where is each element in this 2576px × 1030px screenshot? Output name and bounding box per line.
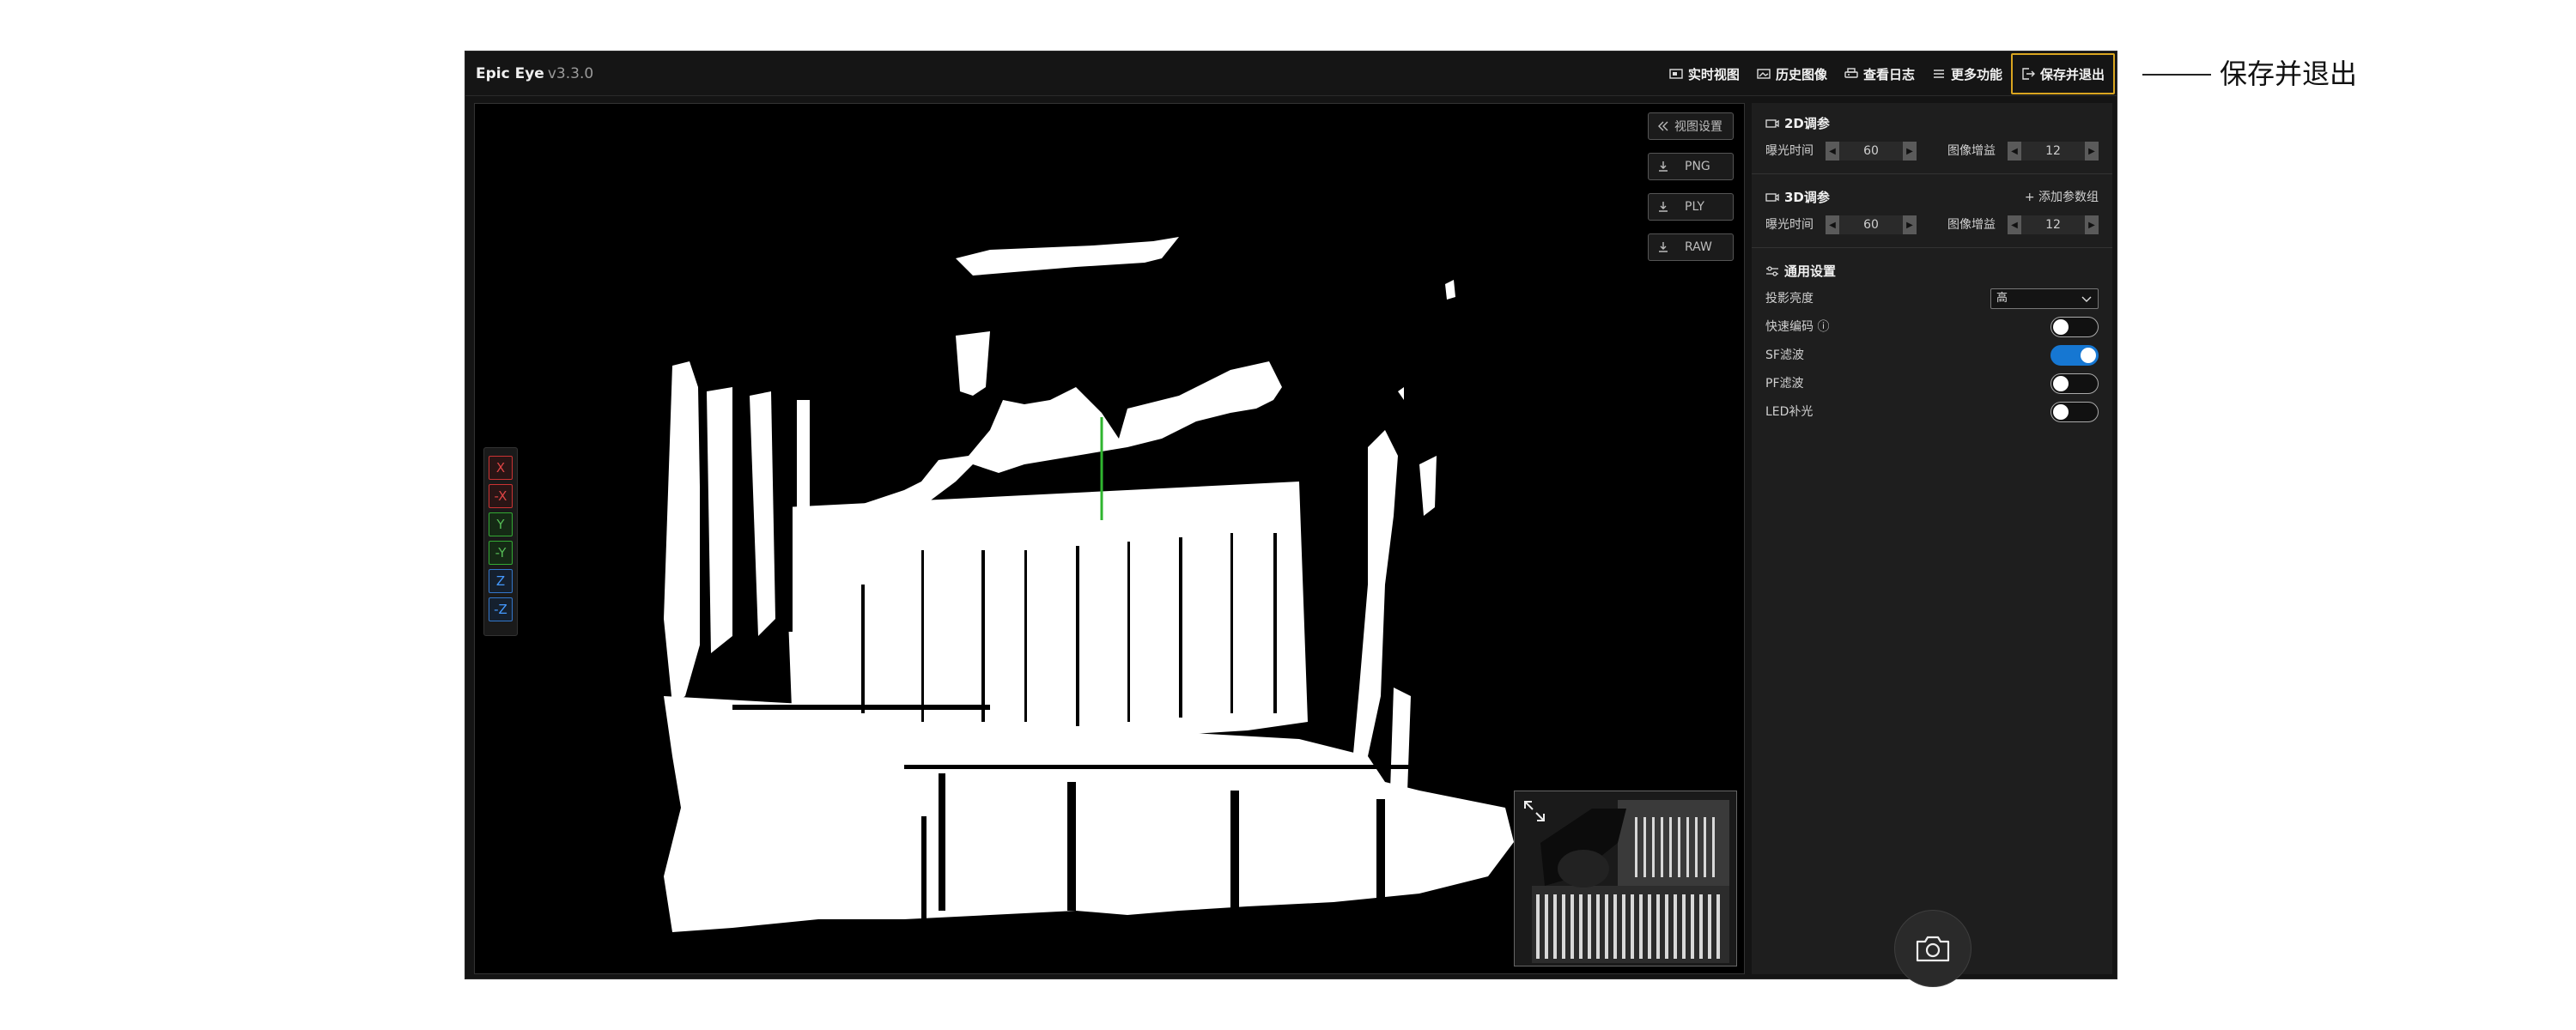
exposure-stepper-2d[interactable]: ◀ 60 ▶ [1826,142,1917,161]
nav-live-view[interactable]: 实时视图 [1661,55,1748,93]
exit-icon [2022,68,2035,80]
camera-settings-icon [1765,119,1779,128]
history-image-icon [1757,69,1771,79]
export-ply-button[interactable]: PLY [1648,193,1734,221]
divider [1752,247,2112,248]
settings-panel: 2D调参 曝光时间 ◀ 60 ▶ 图像增益 ◀ 12 ▶ 3D调参 + 添加参数… [1752,103,2112,987]
menu-icon [1933,70,1944,78]
app-version: v3.3.0 [547,65,594,82]
section-3d-title: 3D调参 [1765,185,1830,209]
fast-encoding-toggle[interactable] [2050,317,2099,337]
export-png-button[interactable]: PNG [1648,153,1734,180]
sf-filter-toggle[interactable] [2050,345,2099,366]
camera-settings-icon [1765,193,1779,202]
sf-filter-label: SF滤波 [1765,348,1804,362]
nav-label: 保存并退出 [2039,66,2105,82]
led-fill-light-label: LED补光 [1765,405,1814,419]
gain-label-3d: 图像增益 [1947,218,1996,232]
export-label: RAW [1685,240,1712,254]
exposure-stepper-3d[interactable]: ◀ 60 ▶ [1826,215,1917,234]
gain-value-3d[interactable]: 12 [2021,215,2085,234]
expand-icon[interactable] [1522,798,1547,824]
projection-brightness-label: 投影亮度 [1765,292,1814,306]
axis-y-button[interactable]: Y [489,512,513,536]
exposure-value-2d[interactable]: 60 [1839,142,1903,161]
section-2d-title: 2D调参 [1765,112,1830,136]
toggle-knob [2053,404,2069,420]
toggle-knob [2053,376,2069,391]
double-chevron-left-icon [1658,121,1668,131]
gain-label-2d: 图像增益 [1947,144,1996,158]
decrement-arrow-icon[interactable]: ◀ [2008,142,2021,161]
decrement-arrow-icon[interactable]: ◀ [1826,142,1839,161]
pf-filter-toggle[interactable] [2050,373,2099,394]
gain-stepper-3d[interactable]: ◀ 12 ▶ [2008,215,2099,234]
camera-preview-thumbnail[interactable] [1514,791,1737,966]
section-title-text: 3D调参 [1784,190,1830,205]
exposure-value-3d[interactable]: 60 [1839,215,1903,234]
axis-neg-y-button[interactable]: -Y [489,541,513,565]
view-settings-label: 视图设置 [1674,120,1722,134]
axis-view-toolbar: X -X Y -Y Z -Z [483,447,518,636]
export-label: PNG [1685,160,1710,173]
nav-view-logs[interactable]: 查看日志 [1836,55,1923,93]
section-title-text: 2D调参 [1784,116,1830,131]
top-nav: 实时视图 历史图像 查看日志 更多功能 保存并退出 [1661,52,2117,96]
increment-arrow-icon[interactable]: ▶ [1903,215,1917,234]
download-icon [1659,161,1668,172]
nav-label: 历史图像 [1775,66,1827,82]
axis-neg-x-button[interactable]: -X [489,484,513,508]
pf-filter-label: PF滤波 [1765,377,1804,391]
gain-value-2d[interactable]: 12 [2021,142,2085,161]
app-title: Epic Eye v3.3.0 [476,52,593,96]
live-view-icon [1669,69,1683,79]
capture-button[interactable] [1894,910,1971,987]
divider [1752,173,2112,174]
exposure-label-2d: 曝光时间 [1765,144,1814,158]
app-window: Epic Eye v3.3.0 实时视图 历史图像 查看日志 更多功能 保存并退出 [465,51,2117,987]
export-label: PLY [1685,200,1704,214]
section-title-text: 通用设置 [1784,264,1837,279]
camera-icon [1916,936,1950,962]
log-icon [1844,68,1858,78]
export-raw-button[interactable]: RAW [1648,233,1734,261]
increment-arrow-icon[interactable]: ▶ [2085,215,2099,234]
gain-stepper-2d[interactable]: ◀ 12 ▶ [2008,142,2099,161]
callout-label: 保存并退出 [2220,58,2358,90]
add-group-label: 添加参数组 [2038,191,2099,204]
view-settings-button[interactable]: 视图设置 [1648,112,1734,140]
callout-leader-line [2142,74,2211,76]
nav-label: 更多功能 [1950,66,2002,82]
download-icon [1659,202,1668,212]
decrement-arrow-icon[interactable]: ◀ [2008,215,2021,234]
nav-label: 实时视图 [1687,66,1740,82]
chevron-down-icon [2081,296,2092,302]
app-name: Epic Eye [476,65,544,82]
toggle-knob [2053,319,2069,335]
axis-z-button[interactable]: Z [489,569,513,593]
nav-save-and-exit[interactable]: 保存并退出 [2010,53,2115,94]
nav-more-functions[interactable]: 更多功能 [1923,55,2011,93]
toggle-knob [2081,348,2096,363]
download-icon [1659,242,1668,252]
section-general-title: 通用设置 [1765,259,1836,283]
projection-brightness-select[interactable]: 高 [1990,288,2099,309]
projection-brightness-value: 高 [1996,292,2008,305]
axis-x-button[interactable]: X [489,456,513,480]
title-bar: Epic Eye v3.3.0 实时视图 历史图像 查看日志 更多功能 保存并退出 [465,52,2117,96]
exposure-label-3d: 曝光时间 [1765,218,1814,232]
fast-encoding-label: 快速编码 ⓘ [1765,320,1830,334]
increment-arrow-icon[interactable]: ▶ [1903,142,1917,161]
sliders-icon [1766,266,1778,276]
camera-preview-image [1515,791,1736,966]
nav-label: 查看日志 [1862,66,1915,82]
plus-icon: + [2024,191,2038,204]
decrement-arrow-icon[interactable]: ◀ [1826,215,1839,234]
point-cloud-viewer[interactable]: 视图设置 PNG PLY RAW X -X Y -Y Z -Z [474,103,1745,974]
led-fill-light-toggle[interactable] [2050,402,2099,422]
nav-history-images[interactable]: 历史图像 [1748,55,1836,93]
increment-arrow-icon[interactable]: ▶ [2085,142,2099,161]
add-parameter-group-button[interactable]: + 添加参数组 [2025,187,2099,208]
axis-neg-z-button[interactable]: -Z [489,597,513,621]
